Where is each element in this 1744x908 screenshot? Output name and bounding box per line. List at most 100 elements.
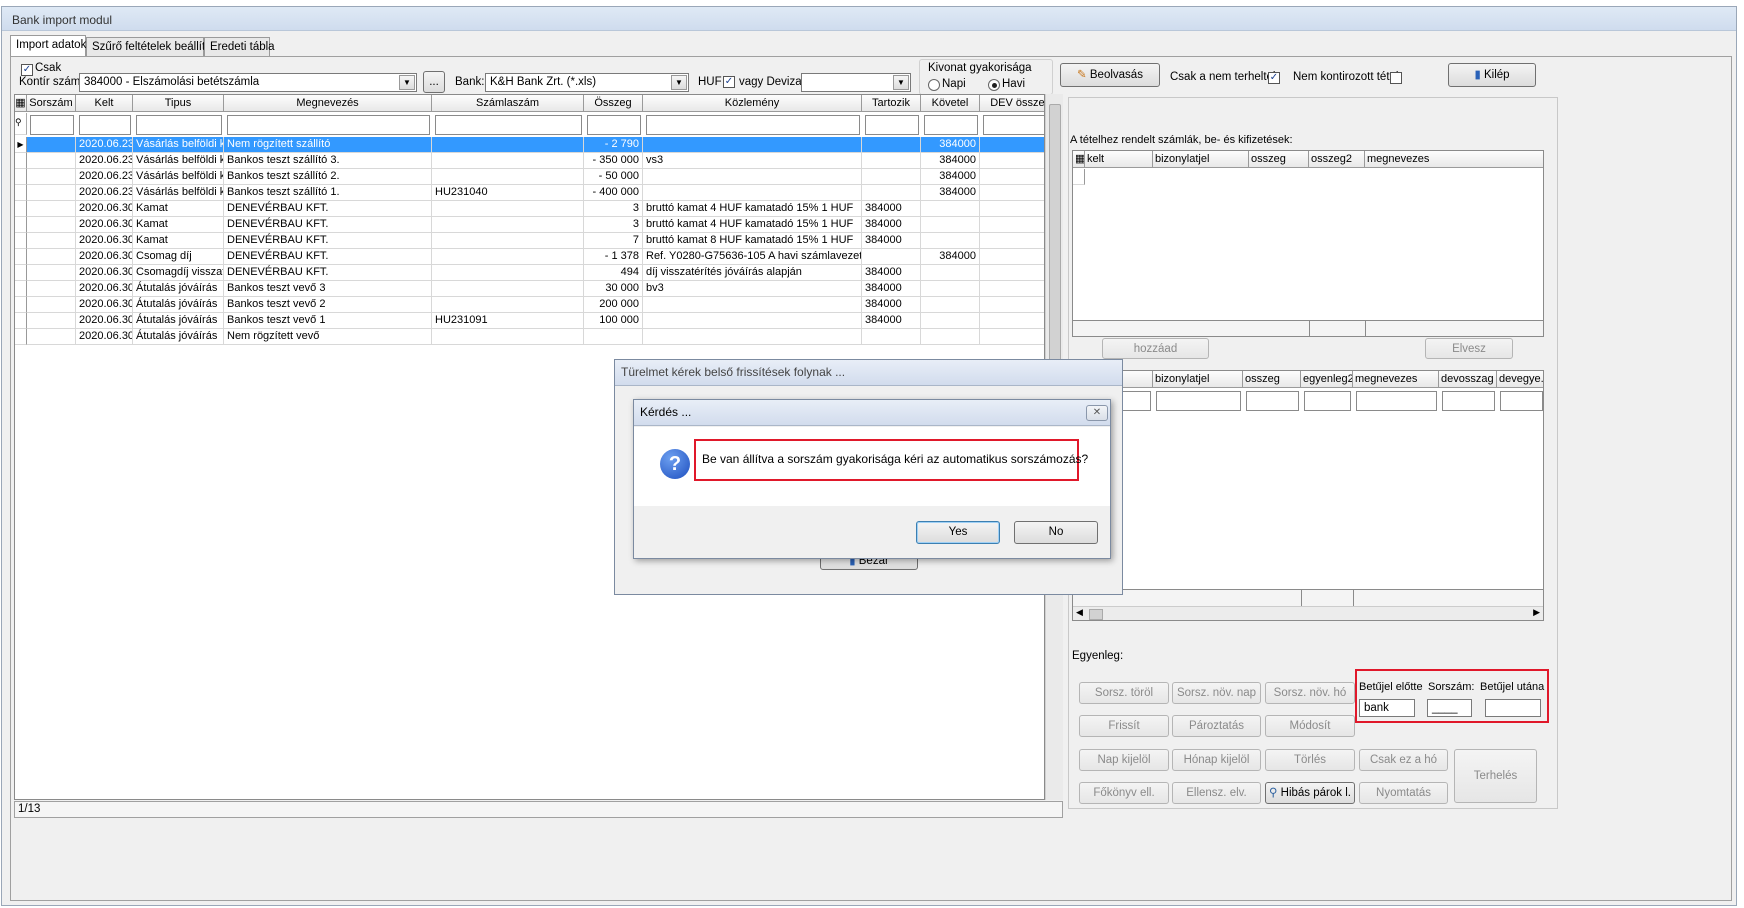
ellensz-elv-button[interactable]: Ellensz. elv. [1172,782,1261,804]
row-indicator[interactable] [15,281,27,297]
main-grid-cell[interactable]: Nem rögzített vevő [224,329,432,345]
main-grid-cell[interactable]: 384000 [921,169,980,185]
main-grid-cell[interactable]: 384000 [862,265,921,281]
main-grid-cell[interactable]: Nem rögzített szállító [224,137,432,153]
main-grid-header[interactable]: Összeg [584,95,643,112]
close-icon[interactable]: ✕ [1086,405,1108,421]
main-grid-cell[interactable]: 384000 [862,281,921,297]
row-indicator[interactable] [1073,169,1085,185]
main-grid-cell[interactable] [432,249,584,265]
main-grid-cell[interactable] [980,233,1044,249]
csak-nem-terheltek-checkbox[interactable]: ✓ [1268,72,1280,84]
main-grid-cell[interactable]: 384000 [921,249,980,265]
grid-settings-icon[interactable]: ▦ [15,95,27,112]
main-grid-header[interactable]: Követel [921,95,980,112]
main-grid-filter-input[interactable] [79,115,131,135]
row-indicator[interactable] [15,313,27,329]
napi-radio[interactable] [928,79,940,91]
main-grid-cell[interactable]: Ref. Y0280-G75636-105 A havi számlavezet… [643,249,862,265]
row-indicator[interactable] [15,217,27,233]
main-grid-cell[interactable] [643,297,862,313]
payments-grid-header[interactable]: bizonylatjel [1153,371,1243,388]
main-grid-cell[interactable] [27,281,76,297]
main-grid-cell[interactable] [862,169,921,185]
main-grid-cell[interactable] [27,217,76,233]
main-grid-cell[interactable] [27,169,76,185]
row-indicator[interactable] [15,265,27,281]
main-grid-cell[interactable] [27,153,76,169]
row-indicator[interactable] [15,297,27,313]
main-grid-cell[interactable]: díj visszatérítés jóváírás alapján [643,265,862,281]
csak-ez-a-ho-button[interactable]: Csak ez a hó [1359,749,1448,771]
chevron-down-icon[interactable]: ▼ [893,75,909,90]
hozzaad-button[interactable]: hozzáad [1102,338,1209,359]
main-grid-cell[interactable] [584,329,643,345]
beolvasas-button[interactable]: ✎ Beolvasás [1060,63,1160,87]
payments-grid-filter-input[interactable] [1356,391,1437,411]
grid-settings-icon[interactable]: ▦ [1073,151,1085,168]
main-grid-cell[interactable]: 2020.06.30. [76,313,133,329]
main-grid-cell[interactable]: Bankos teszt szállító 1. [224,185,432,201]
main-grid-cell[interactable]: 384000 [862,297,921,313]
kontir-select[interactable]: 384000 - Elszámolási betétszámla ▼ [79,73,417,92]
main-grid-filter-input[interactable] [646,115,860,135]
main-grid-cell[interactable]: - 350 000 [584,153,643,169]
payments-grid-filter-input[interactable] [1442,391,1495,411]
honap-kijelol-button[interactable]: Hónap kijelöl [1172,749,1261,771]
main-grid-cell[interactable]: Bankos teszt vevő 3 [224,281,432,297]
main-grid-cell[interactable]: Bankos teszt vevő 2 [224,297,432,313]
main-grid-cell[interactable]: DENEVÉRBAU KFT. [224,201,432,217]
deviza-select[interactable]: ▼ [801,73,911,92]
invoices-grid-header[interactable]: bizonylatjel [1153,151,1249,168]
main-grid-cell[interactable] [27,265,76,281]
main-grid-cell[interactable] [432,297,584,313]
main-grid-cell[interactable]: Csomag díj [133,249,224,265]
paroztatas-button[interactable]: Pároztatás [1172,715,1261,737]
main-grid-cell[interactable]: Átutalás jóváírás [133,313,224,329]
main-grid-cell[interactable] [980,185,1044,201]
payments-grid-header[interactable]: osszeg [1243,371,1301,388]
nyomtatas-button[interactable]: Nyomtatás [1359,782,1448,804]
main-grid-cell[interactable] [27,185,76,201]
no-button[interactable]: No [1014,521,1098,544]
main-grid-cell[interactable]: - 50 000 [584,169,643,185]
main-grid-cell[interactable]: 384000 [862,313,921,329]
tab-eredeti-tabla[interactable]: Eredeti tábla [204,37,275,57]
main-grid-cell[interactable] [643,137,862,153]
main-grid-cell[interactable]: 7 [584,233,643,249]
main-grid-cell[interactable]: 2020.06.30. [76,265,133,281]
row-indicator[interactable] [15,169,27,185]
main-grid-cell[interactable]: 200 000 [584,297,643,313]
row-indicator[interactable] [15,233,27,249]
main-grid-cell[interactable]: 2020.06.23. [76,137,133,153]
invoices-grid-header[interactable]: megnevezes [1365,151,1543,168]
main-grid-cell[interactable]: - 1 378 [584,249,643,265]
payments-grid-header[interactable]: megnevezes [1353,371,1439,388]
main-grid-cell[interactable]: DENEVÉRBAU KFT. [224,265,432,281]
csak-checkbox[interactable]: ✓ [21,64,33,76]
kontir-browse-button[interactable]: ... [423,71,445,93]
main-grid-cell[interactable]: Kamat [133,233,224,249]
nem-kontirozott-checkbox[interactable]: ✓ [1390,72,1402,84]
main-grid-cell[interactable] [432,329,584,345]
main-grid-cell[interactable]: Átutalás jóváírás [133,329,224,345]
chevron-left-icon[interactable]: ◀ [1076,607,1083,618]
main-grid-cell[interactable]: 2020.06.23. [76,185,133,201]
main-grid-cell[interactable]: vs3 [643,153,862,169]
main-grid-cell[interactable]: Átutalás jóváírás [133,297,224,313]
row-indicator[interactable] [15,249,27,265]
main-grid-header[interactable]: Sorszám [27,95,76,112]
main-grid-cell[interactable]: 384000 [862,201,921,217]
main-grid-cell[interactable] [980,217,1044,233]
chevron-right-icon[interactable]: ▶ [1533,607,1540,618]
yes-button[interactable]: Yes [916,521,1000,544]
nap-kijelol-button[interactable]: Nap kijelöl [1079,749,1169,771]
main-grid-header[interactable]: Megnevezés [224,95,432,112]
main-grid-cell[interactable]: Csomagdíj visszatérí [133,265,224,281]
main-grid-header[interactable]: Számlaszám [432,95,584,112]
main-grid-cell[interactable]: - 2 790 [584,137,643,153]
main-grid-filter-input[interactable] [136,115,222,135]
sorsz-nov-nap-button[interactable]: Sorsz. növ. nap [1172,682,1261,704]
main-grid-header[interactable]: Tartozik [862,95,921,112]
payments-grid-header[interactable]: egyenleg2 [1301,371,1353,388]
